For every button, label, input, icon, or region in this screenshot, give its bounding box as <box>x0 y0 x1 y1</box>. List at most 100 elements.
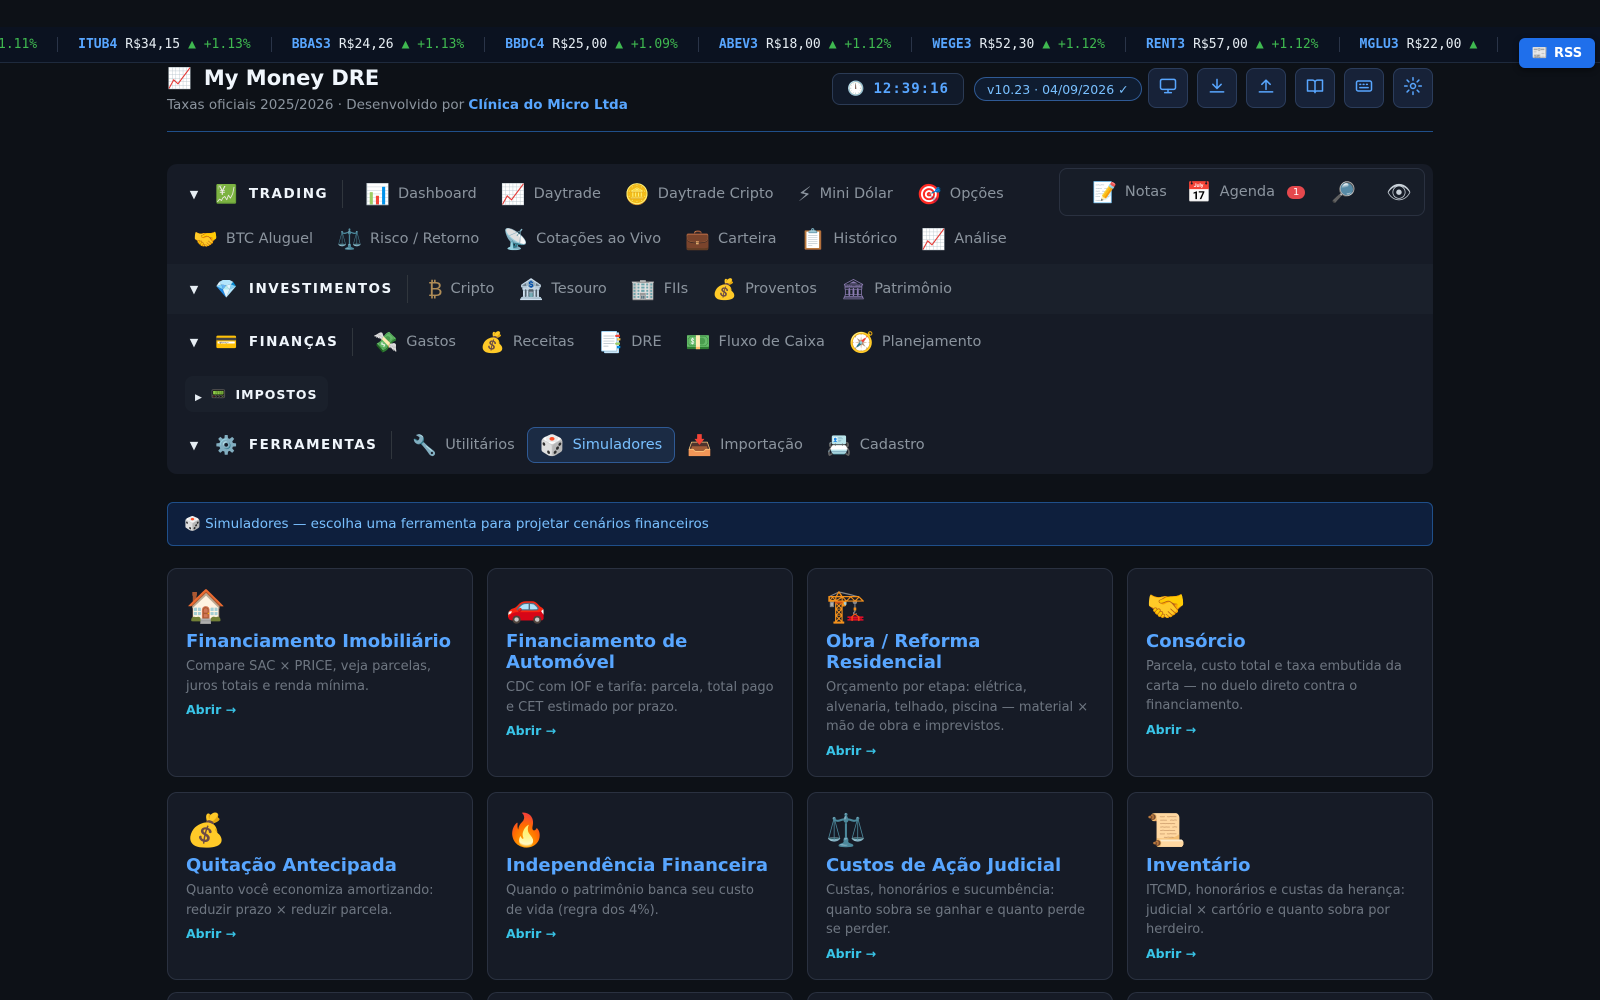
nav-item-dre[interactable]: 📑 DRE <box>586 324 673 360</box>
group-trading[interactable]: 💹 TRADING <box>215 180 344 208</box>
collapse-caret-icon[interactable]: ▼ <box>183 283 205 296</box>
handshake-icon: 🤝 <box>193 227 218 251</box>
search-icon[interactable]: 🔎 <box>1331 180 1356 204</box>
settings-button[interactable] <box>1393 68 1433 108</box>
nav-item-label: Dashboard <box>398 186 477 202</box>
collapse-caret-icon[interactable]: ▼ <box>183 188 205 201</box>
money-bag-icon: 💰 <box>712 277 738 301</box>
nav-item-daytrade[interactable]: 📈 Daytrade <box>489 176 613 212</box>
open-link[interactable]: Abrir → <box>826 743 1094 758</box>
dice-icon: 🎲 <box>539 433 565 457</box>
satellite-icon: 📡 <box>503 227 529 251</box>
shortcuts-button[interactable] <box>1344 68 1384 108</box>
house-icon: 🏠 <box>186 587 226 625</box>
manual-button[interactable] <box>1295 68 1335 108</box>
open-link[interactable]: Abrir → <box>186 926 454 941</box>
eye-icon[interactable]: 👁 <box>1386 180 1411 204</box>
nav-item-label: Patrimônio <box>874 281 953 297</box>
nav-item-mini-dolar[interactable]: ⚡ Mini Dólar <box>786 176 905 212</box>
ticker-price: R$52,30 <box>979 37 1035 52</box>
card-description: ITCMD, honorários e custas da herança: j… <box>1146 883 1405 937</box>
nav-item-btc-aluguel[interactable]: 🤝 BTC Aluguel <box>181 221 325 257</box>
card-inventario[interactable]: 📜 Inventário ITCMD, honorários e custas … <box>1127 792 1433 980</box>
card-partial[interactable] <box>1127 992 1433 1000</box>
nav-item-label: Carteira <box>718 231 777 247</box>
display-button[interactable] <box>1148 68 1188 108</box>
card-consorcio[interactable]: 🤝 Consórcio Parcela, custo total e taxa … <box>1127 568 1433 777</box>
nav-item-label: Tesouro <box>551 281 607 297</box>
group-impostos[interactable]: ▶ 📟 IMPOSTOS <box>185 376 328 412</box>
nav-item-cotacoes[interactable]: 📡 Cotações ao Vivo <box>491 221 673 257</box>
agenda-button[interactable]: 📅 Agenda 1 <box>1177 174 1316 210</box>
nav-item-simuladores[interactable]: 🎲 Simuladores <box>526 427 676 463</box>
group-ferramentas[interactable]: ⚙️ FERRAMENTAS <box>215 431 393 459</box>
ticker-change: ▲ +1.12% <box>1042 37 1105 52</box>
nav-item-label: Análise <box>954 231 1007 247</box>
nav-item-planejamento[interactable]: 🧭 Planejamento <box>837 324 993 360</box>
inbox-tray-icon: 📥 <box>687 433 713 457</box>
nav-item-analise[interactable]: 📈 Análise <box>909 221 1018 257</box>
nav-item-cripto[interactable]: ₿ Cripto <box>416 271 507 307</box>
card-quitacao-antecipada[interactable]: 💰 Quitação Antecipada Quanto você econom… <box>167 792 473 980</box>
ticker-symbol: WEGE3 <box>932 37 972 52</box>
newspaper-icon: 📰 <box>1531 45 1549 61</box>
rss-button[interactable]: 📰 RSS <box>1519 38 1595 68</box>
group-financas[interactable]: 💳 FINANÇAS <box>215 328 354 356</box>
nav-item-historico[interactable]: 📋 Histórico <box>788 221 909 257</box>
calendar-icon: 📅 <box>1186 180 1212 204</box>
open-link[interactable]: Abrir → <box>186 702 454 717</box>
card-partial[interactable] <box>167 992 473 1000</box>
card-partial[interactable] <box>807 992 1113 1000</box>
nav-item-carteira[interactable]: 💼 Carteira <box>673 221 788 257</box>
download-button[interactable] <box>1197 68 1237 108</box>
ferramentas-row: ▼ ⚙️ FERRAMENTAS 🔧 Utilitários 🎲 Simuladore… <box>167 425 937 465</box>
collapse-caret-icon[interactable]: ▼ <box>183 336 205 349</box>
nav-item-risco-retorno[interactable]: ⚖️ Risco / Retorno <box>325 221 491 257</box>
card-obra-reforma[interactable]: 🏗️ Obra / Reforma Residencial Orçamento … <box>807 568 1113 777</box>
card-title: Financiamento de Automóvel <box>506 631 688 673</box>
nav-item-label: Cotações ao Vivo <box>536 231 662 247</box>
open-link[interactable]: Abrir → <box>1146 946 1414 961</box>
group-investimentos[interactable]: 💎 INVESTIMENTOS <box>215 275 408 303</box>
ticker-change: ▲ +1.13% <box>401 37 465 52</box>
upload-button[interactable] <box>1246 68 1286 108</box>
ticker-track: 1.11% ITUB4 R$34,15 ▲ +1.13% BBAS3 R$24,26 ▲ +… <box>0 37 1499 52</box>
nav-item-fluxo-caixa[interactable]: 💵 Fluxo de Caixa <box>674 324 837 360</box>
section-banner: 🎲 Simuladores — escolha uma ferramenta p… <box>167 502 1433 546</box>
open-link[interactable]: Abrir → <box>506 926 774 941</box>
version-badge[interactable]: v10.23 · 04/09/2026 ✓ <box>974 77 1142 101</box>
open-link[interactable]: Abrir → <box>1146 722 1414 737</box>
card-title: Obra / Reforma Residencial <box>826 631 981 673</box>
ticker-price: R$24,26 <box>338 37 394 52</box>
nav-item-label: BTC Aluguel <box>225 231 314 247</box>
open-link[interactable]: Abrir → <box>826 946 1094 961</box>
group-label: TRADING <box>248 186 329 202</box>
nav-item-gastos[interactable]: 💸 Gastos <box>361 324 468 360</box>
nav-item-opcoes[interactable]: 🎯 Opções <box>905 176 1016 212</box>
nav-item-cadastro[interactable]: 📇 Cadastro <box>815 427 937 463</box>
nav-item-patrimonio[interactable]: 🏛 Patrimônio <box>829 271 964 307</box>
ticker-item: BBAS3 R$24,26 ▲ +1.13% <box>272 37 486 52</box>
company-link[interactable]: Clínica do Micro Ltda <box>468 97 627 113</box>
ticker-symbol: BBAS3 <box>291 37 331 52</box>
nav-item-dashboard[interactable]: 📊 Dashboard <box>353 176 489 212</box>
nav-item-importacao[interactable]: 📥 Importação <box>675 427 815 463</box>
card-independencia-financeira[interactable]: 🔥 Independência Financeira Quando o patr… <box>487 792 793 980</box>
card-financiamento-imobiliario[interactable]: 🏠 Financiamento Imobiliário Compare SAC … <box>167 568 473 777</box>
card-description: Quando o patrimônio banca seu custo de v… <box>506 883 754 918</box>
card-custos-acao-judicial[interactable]: ⚖️ Custos de Ação Judicial Custas, honor… <box>807 792 1113 980</box>
collapse-caret-icon[interactable]: ▼ <box>183 439 205 452</box>
nav-item-receitas[interactable]: 💰 Receitas <box>468 324 586 360</box>
notes-button[interactable]: 📝 Notas <box>1082 174 1177 210</box>
nav-item-fiis[interactable]: 🏢 FIIs <box>619 271 700 307</box>
nav-item-utilitarios[interactable]: 🔧 Utilitários <box>400 427 526 463</box>
nav-item-proventos[interactable]: 💰 Proventos <box>700 271 829 307</box>
ticker-item: RENT3 R$57,00 ▲ +1.12% <box>1126 37 1340 52</box>
card-financiamento-automovel[interactable]: 🚗 Financiamento de Automóvel CDC com IOF… <box>487 568 793 777</box>
nav-item-daytrade-cripto[interactable]: 🪙 Daytrade Cripto <box>613 176 786 212</box>
nav-item-tesouro[interactable]: 🏦 Tesouro <box>506 271 618 307</box>
open-link[interactable]: Abrir → <box>506 723 774 738</box>
card-partial[interactable] <box>487 992 793 1000</box>
financas-row: ▼ 💳 FINANÇAS 💸 Gastos 💰 Receitas 📑 DRE 💵 Flux… <box>167 322 993 362</box>
ticker-item: ABEV3 R$18,00 ▲ +1.12% <box>699 37 913 52</box>
